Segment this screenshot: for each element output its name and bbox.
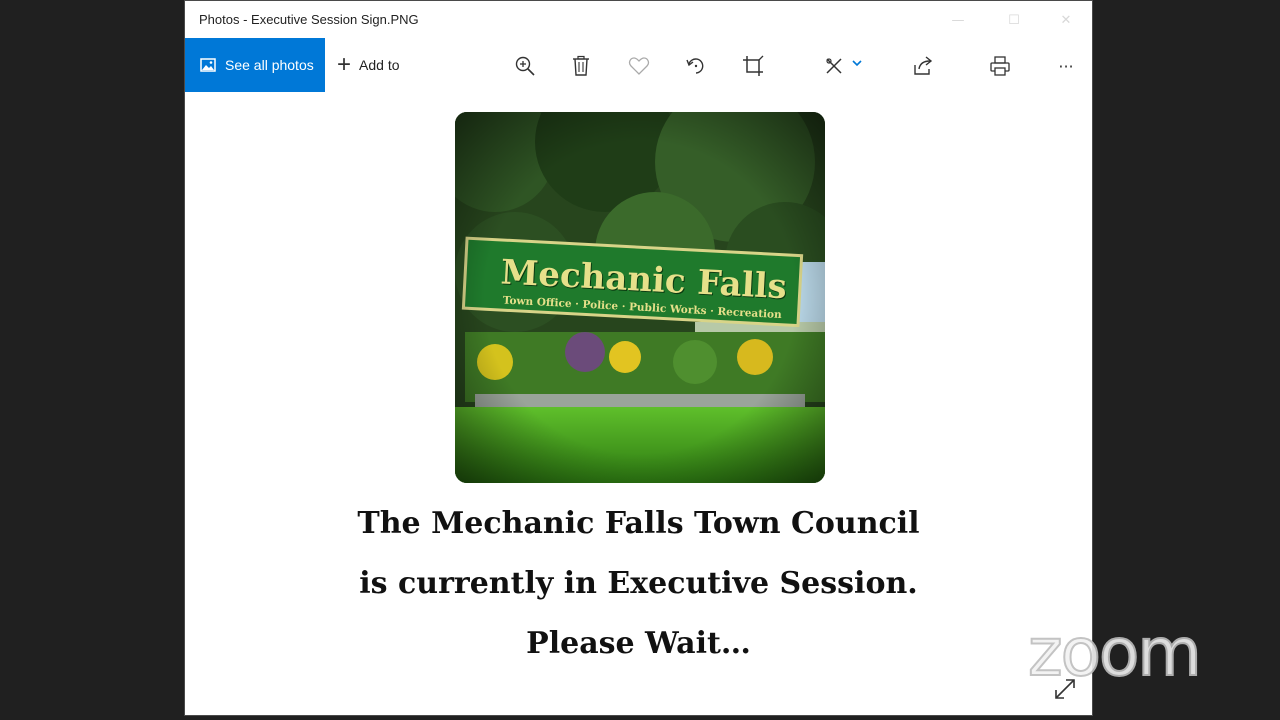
expand-icon[interactable] — [1052, 676, 1078, 702]
plus-icon: + — [337, 51, 352, 78]
caption-line-1: The Mechanic Falls Town Council — [357, 506, 920, 541]
caption-line-2: is currently in Executive Session. — [359, 566, 918, 601]
favorite-icon[interactable] — [625, 52, 653, 80]
see-all-photos-button[interactable]: See all photos — [185, 38, 325, 92]
window-title: Photos - Executive Session Sign.PNG — [199, 12, 419, 27]
title-bar: Photos - Executive Session Sign.PNG — ☐ … — [185, 1, 1092, 39]
more-options-button[interactable]: ··· — [1052, 52, 1080, 80]
photo-viewer: Mechanic Falls Town Office · Police · Pu… — [185, 92, 1092, 715]
minimize-button[interactable]: — — [935, 5, 981, 35]
edit-draw-icon[interactable] — [823, 52, 867, 80]
mechanic-falls-sign-photo: Mechanic Falls Town Office · Police · Pu… — [455, 112, 825, 483]
rotate-icon[interactable] — [682, 52, 710, 80]
see-all-photos-label: See all photos — [225, 57, 314, 73]
crop-icon[interactable] — [739, 52, 767, 80]
caption-line-3: Please Wait… — [526, 626, 751, 661]
maximize-button[interactable]: ☐ — [991, 5, 1037, 35]
close-button[interactable]: ✕ — [1043, 5, 1089, 35]
add-to-button[interactable]: + Add to — [337, 38, 400, 92]
delete-icon[interactable] — [567, 52, 595, 80]
share-icon[interactable] — [909, 52, 937, 80]
print-icon[interactable] — [986, 52, 1014, 80]
photos-icon — [200, 58, 216, 72]
zoom-in-icon[interactable] — [511, 52, 539, 80]
toolbar: See all photos + Add to ··· — [185, 38, 1092, 92]
add-to-label: Add to — [359, 57, 400, 73]
photos-app-window: Photos - Executive Session Sign.PNG — ☐ … — [184, 0, 1093, 716]
